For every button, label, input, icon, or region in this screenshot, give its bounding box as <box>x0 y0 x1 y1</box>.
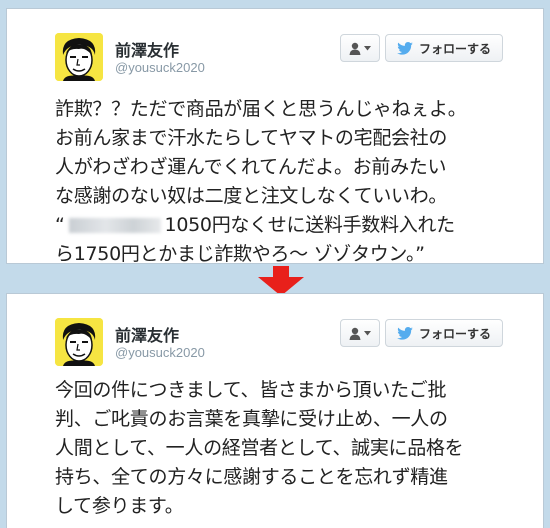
author-name[interactable]: 前澤友作 <box>115 37 179 61</box>
blurred-username <box>68 218 161 233</box>
tweet-text: 詐欺？？ただで商品が届くと思うんじゃねぇよ。 お前ん家まで汗水たらしてヤマトの宅… <box>55 95 515 263</box>
user-icon <box>349 42 361 55</box>
avatar-face-icon <box>55 33 103 81</box>
user-actions-dropdown[interactable] <box>340 319 380 347</box>
twitter-bird-icon <box>397 326 413 340</box>
user-actions-dropdown[interactable] <box>340 34 380 62</box>
quote-open: “ <box>55 214 65 236</box>
down-arrow-icon <box>258 266 304 296</box>
follow-button-label: フォローする <box>418 41 491 56</box>
avatar[interactable] <box>55 33 103 81</box>
tweet-card-before: 前澤友作 @yousuck2020 フォローする 詐欺？？ただで商品が届くと思う… <box>6 8 544 264</box>
author-name[interactable]: 前澤友作 <box>115 322 179 346</box>
author-handle[interactable]: @yousuck2020 <box>115 60 205 75</box>
follow-button[interactable]: フォローする <box>385 319 503 347</box>
avatar[interactable] <box>55 318 103 366</box>
chevron-down-icon <box>364 45 371 50</box>
tweet-card-after: 前澤友作 @yousuck2020 フォローする 今回の件につきまして、皆さまか… <box>6 293 544 528</box>
twitter-bird-icon <box>397 41 413 55</box>
tweet-body: 詐欺？？ただで商品が届くと思うんじゃねぇよ。 お前ん家まで汗水たらしてヤマトの宅… <box>55 98 467 207</box>
author-handle[interactable]: @yousuck2020 <box>115 345 205 360</box>
follow-button[interactable]: フォローする <box>385 34 503 62</box>
tweet-text: 今回の件につきまして、皆さまから頂いたご批 判、ご叱責のお言葉を真摯に受け止め、… <box>55 379 464 517</box>
user-icon <box>349 327 361 340</box>
chevron-down-icon <box>364 330 371 335</box>
quoted-text: “1050円なくせに送料手数料入れた ら1750円とかまじ詐欺やろ～ ゾゾタウン… <box>55 211 515 263</box>
follow-button-label: フォローする <box>418 326 491 341</box>
avatar-face-icon <box>55 318 103 366</box>
